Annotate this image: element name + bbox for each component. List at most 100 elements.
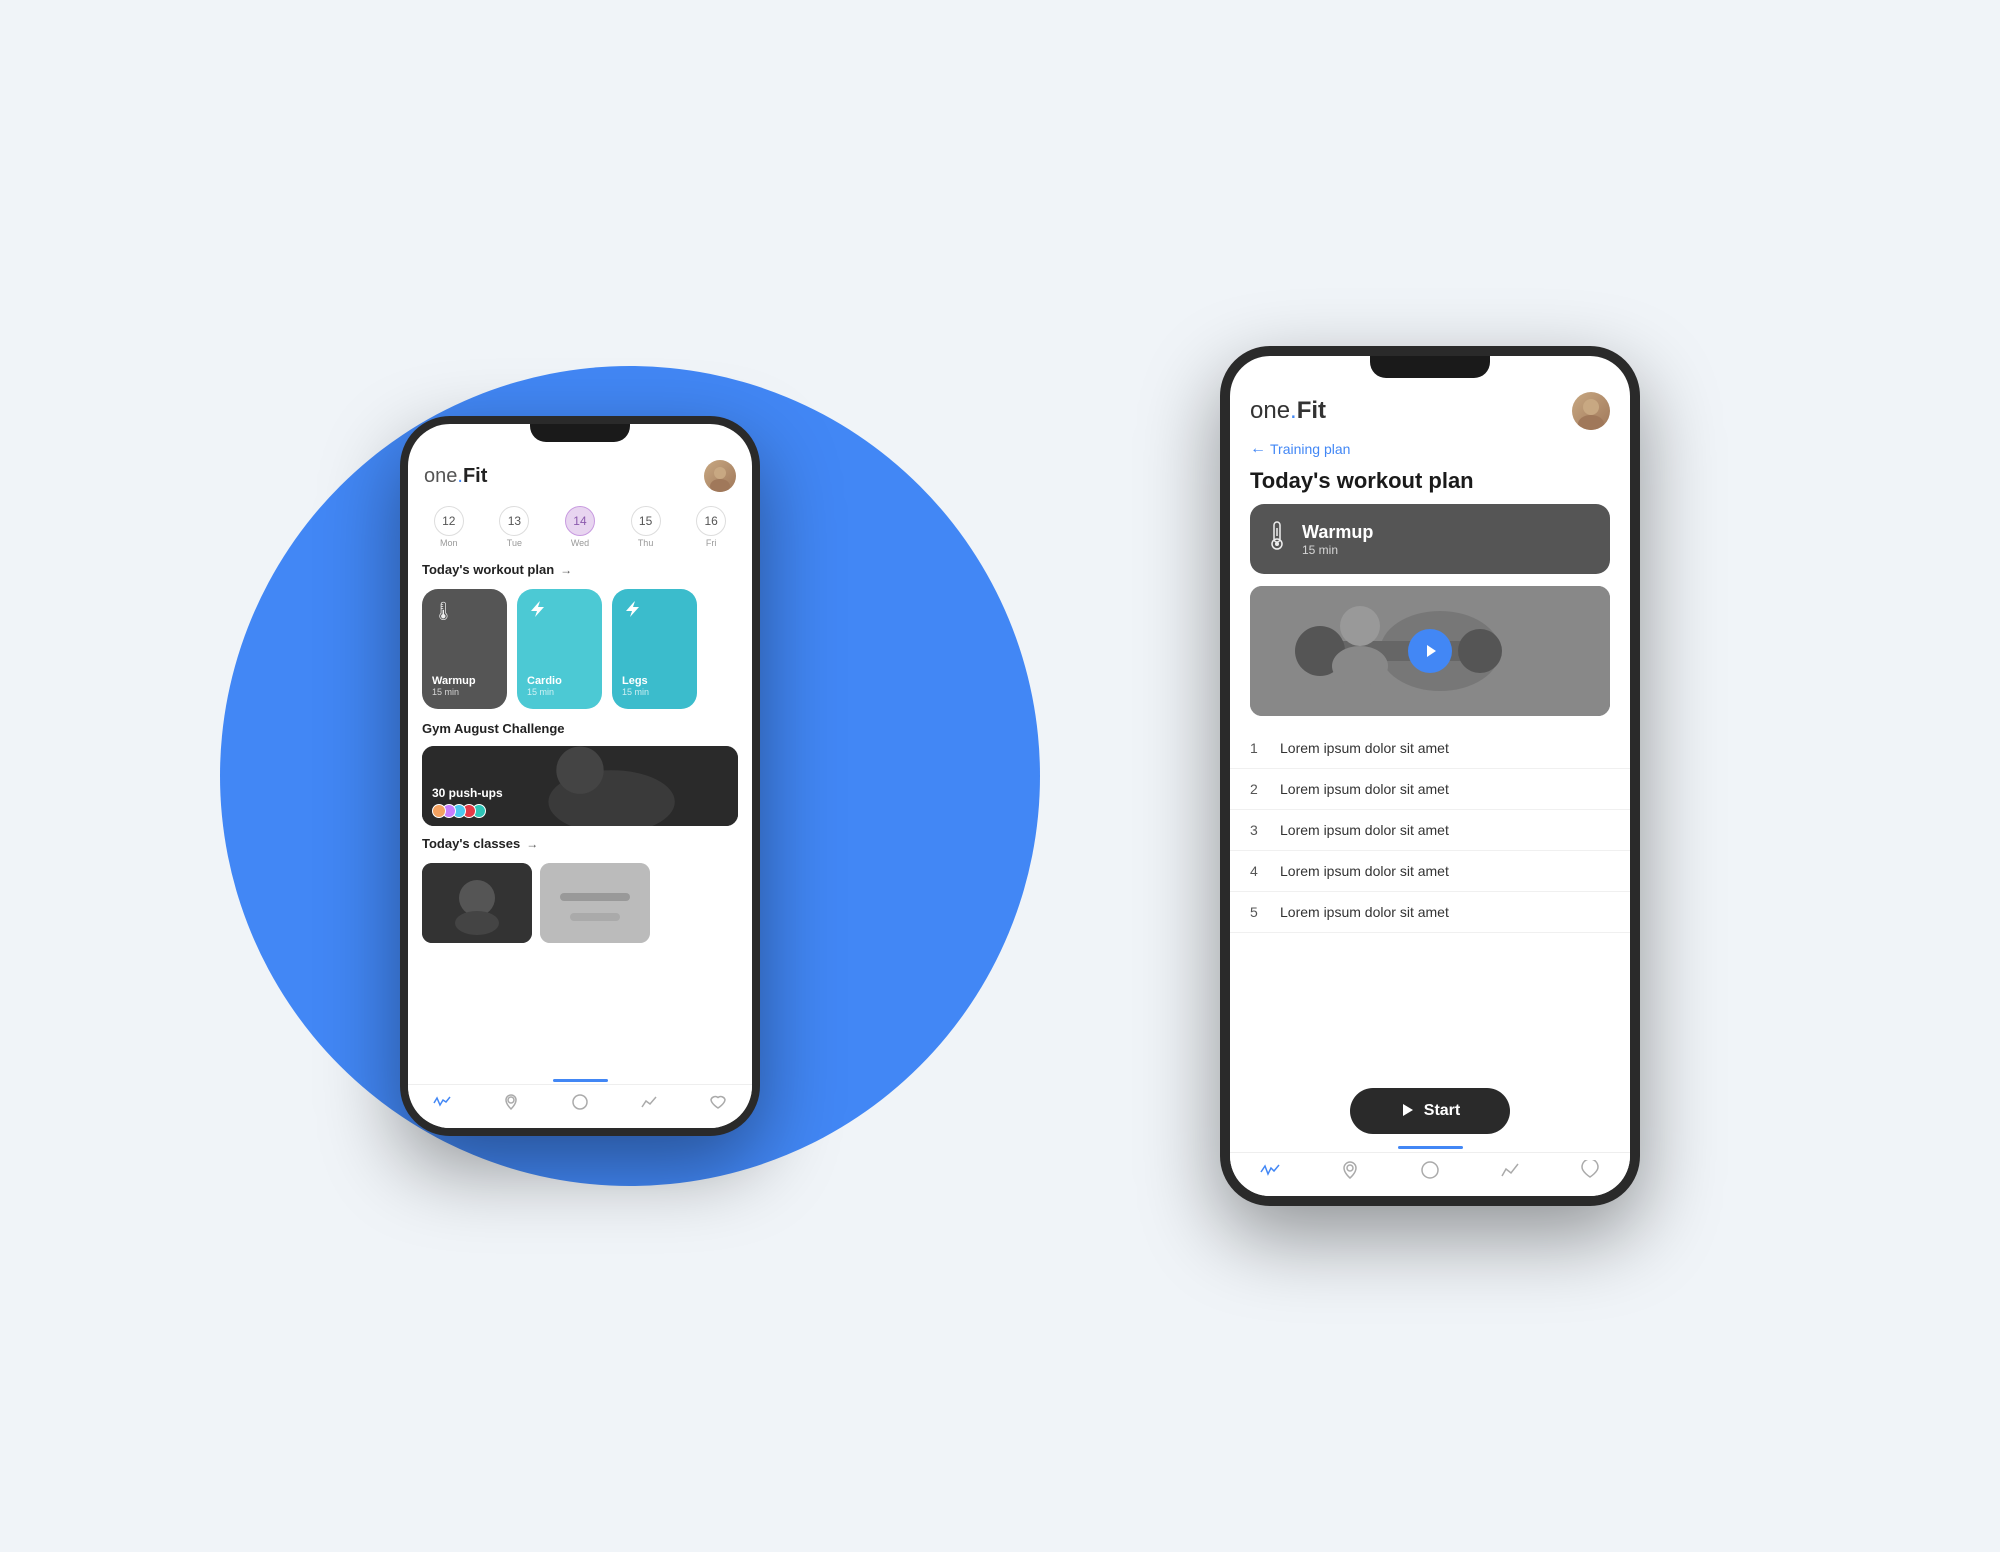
exercise-item-1[interactable]: 1 Lorem ipsum dolor sit amet (1230, 728, 1630, 769)
front-nav-location-icon[interactable] (1340, 1160, 1360, 1185)
front-logo: one.Fit (1250, 397, 1326, 425)
cal-day-number-15[interactable]: 15 (631, 506, 661, 536)
page-title: Today's workout plan (1230, 462, 1630, 504)
nav-home-icon[interactable] (571, 1093, 589, 1116)
start-button-area: Start (1230, 1074, 1630, 1146)
card-warmup-time: 15 min (432, 687, 497, 697)
scene: one.Fit 12 Mon 13 Tue (300, 176, 1700, 1376)
back-link[interactable]: ← Training plan (1230, 436, 1630, 462)
nav-heart-icon[interactable] (709, 1093, 727, 1116)
warmup-info: Warmup 15 min (1302, 522, 1373, 557)
classes-section-title[interactable]: Today's classes → (408, 830, 752, 857)
classes-section-arrow[interactable]: → (526, 837, 538, 851)
exercise-num-4: 4 (1250, 863, 1266, 879)
lightning-legs-icon (622, 601, 687, 624)
exercise-text-1: Lorem ipsum dolor sit amet (1280, 740, 1449, 756)
front-nav-home-icon[interactable] (1420, 1160, 1440, 1185)
cal-day-wed[interactable]: 14 Wed (565, 506, 595, 548)
cal-day-fri[interactable]: 16 Fri (696, 506, 726, 548)
challenge-section-title: Gym August Challenge (408, 715, 752, 742)
front-logo-one: one (1250, 397, 1290, 424)
back-logo: one.Fit (424, 465, 487, 488)
warmup-name: Warmup (1302, 522, 1373, 543)
workout-section-label: Today's workout plan (422, 562, 554, 577)
cal-day-number-16[interactable]: 16 (696, 506, 726, 536)
workout-card-legs[interactable]: Legs 15 min (612, 589, 697, 709)
nav-activity-icon[interactable] (433, 1093, 451, 1116)
exercise-item-2[interactable]: 2 Lorem ipsum dolor sit amet (1230, 769, 1630, 810)
exercise-text-4: Lorem ipsum dolor sit amet (1280, 863, 1449, 879)
challenge-text: 30 push-ups (432, 786, 503, 818)
exercise-item-4[interactable]: 4 Lorem ipsum dolor sit amet (1230, 851, 1630, 892)
front-phone-header: one.Fit (1230, 386, 1630, 436)
back-phone-header: one.Fit (408, 452, 752, 498)
cal-day-number-13[interactable]: 13 (499, 506, 529, 536)
card-warmup-name: Warmup (432, 675, 497, 687)
front-nav-chart-icon[interactable] (1500, 1160, 1520, 1185)
thermometer-icon: 🌡 (432, 601, 497, 622)
class-card-2[interactable] (540, 863, 650, 943)
front-phone-notch (1370, 356, 1490, 378)
start-play-icon (1400, 1103, 1414, 1120)
classes-row (408, 857, 752, 949)
nav-location-icon[interactable] (502, 1093, 520, 1116)
warmup-card[interactable]: Warmup 15 min (1250, 504, 1610, 574)
start-button[interactable]: Start (1350, 1088, 1510, 1134)
back-phone-bottom-nav (408, 1084, 752, 1128)
exercise-item-3[interactable]: 3 Lorem ipsum dolor sit amet (1230, 810, 1630, 851)
back-phone-screen: one.Fit 12 Mon 13 Tue (408, 424, 752, 1128)
workout-card-cardio[interactable]: Cardio 15 min (517, 589, 602, 709)
back-arrow-icon[interactable]: ← (1250, 440, 1266, 458)
card-cardio-time: 15 min (527, 687, 592, 697)
class-card-1[interactable] (422, 863, 532, 943)
nav-chart-icon[interactable] (640, 1093, 658, 1116)
front-phone-bottom-nav (1230, 1152, 1630, 1196)
front-phone-avatar (1572, 392, 1610, 430)
exercise-text-5: Lorem ipsum dolor sit amet (1280, 904, 1449, 920)
exercise-text-3: Lorem ipsum dolor sit amet (1280, 822, 1449, 838)
front-logo-dot: . (1290, 397, 1297, 424)
cal-day-tue[interactable]: 13 Tue (499, 506, 529, 548)
exercise-num-3: 3 (1250, 822, 1266, 838)
back-link-label[interactable]: Training plan (1270, 441, 1350, 457)
card-legs-time: 15 min (622, 687, 687, 697)
challenge-label-title: Gym August Challenge (422, 721, 565, 736)
exercise-num-1: 1 (1250, 740, 1266, 756)
workout-section-arrow[interactable]: → (560, 563, 572, 577)
logo-one: one (424, 465, 457, 487)
card-legs-name: Legs (622, 675, 687, 687)
front-phone-screen: one.Fit ← Training plan Today's workout … (1230, 356, 1630, 1196)
warmup-duration: 15 min (1302, 543, 1373, 557)
exercise-text-2: Lorem ipsum dolor sit amet (1280, 781, 1449, 797)
start-button-label: Start (1424, 1102, 1460, 1120)
workout-section-title[interactable]: Today's workout plan → (408, 556, 752, 583)
front-logo-fit: Fit (1297, 397, 1326, 424)
cal-day-label-fri: Fri (706, 538, 717, 548)
exercise-item-5[interactable]: 5 Lorem ipsum dolor sit amet (1230, 892, 1630, 933)
warmup-thermometer-icon (1266, 520, 1288, 558)
cal-day-number-12[interactable]: 12 (434, 506, 464, 536)
card-cardio-name: Cardio (527, 675, 592, 687)
calendar-strip[interactable]: 12 Mon 13 Tue 14 Wed 15 Thu 16 Fri (408, 498, 752, 556)
challenge-image[interactable]: 30 push-ups (422, 746, 738, 826)
exercise-num-5: 5 (1250, 904, 1266, 920)
cal-day-number-14[interactable]: 14 (565, 506, 595, 536)
cal-day-label-tue: Tue (507, 538, 522, 548)
cal-day-label-wed: Wed (571, 538, 589, 548)
workout-cards: 🌡 Warmup 15 min Cardio 15 min (408, 583, 752, 715)
front-nav-activity-icon[interactable] (1260, 1160, 1280, 1185)
exercise-list: 1 Lorem ipsum dolor sit amet 2 Lorem ips… (1230, 728, 1630, 1074)
cal-day-thu[interactable]: 15 Thu (631, 506, 661, 548)
cal-day-label-thu: Thu (638, 538, 654, 548)
front-nav-heart-icon[interactable] (1580, 1160, 1600, 1185)
workout-card-warmup[interactable]: 🌡 Warmup 15 min (422, 589, 507, 709)
challenge-pushups-label: 30 push-ups (432, 786, 503, 800)
lightning-cardio-icon (527, 601, 592, 624)
video-thumbnail[interactable] (1250, 586, 1610, 716)
cal-day-mon[interactable]: 12 Mon (434, 506, 464, 548)
play-button[interactable] (1408, 629, 1452, 673)
exercise-num-2: 2 (1250, 781, 1266, 797)
logo-fit: Fit (463, 465, 487, 487)
back-phone-notch (530, 424, 630, 442)
front-phone: one.Fit ← Training plan Today's workout … (1220, 346, 1640, 1206)
